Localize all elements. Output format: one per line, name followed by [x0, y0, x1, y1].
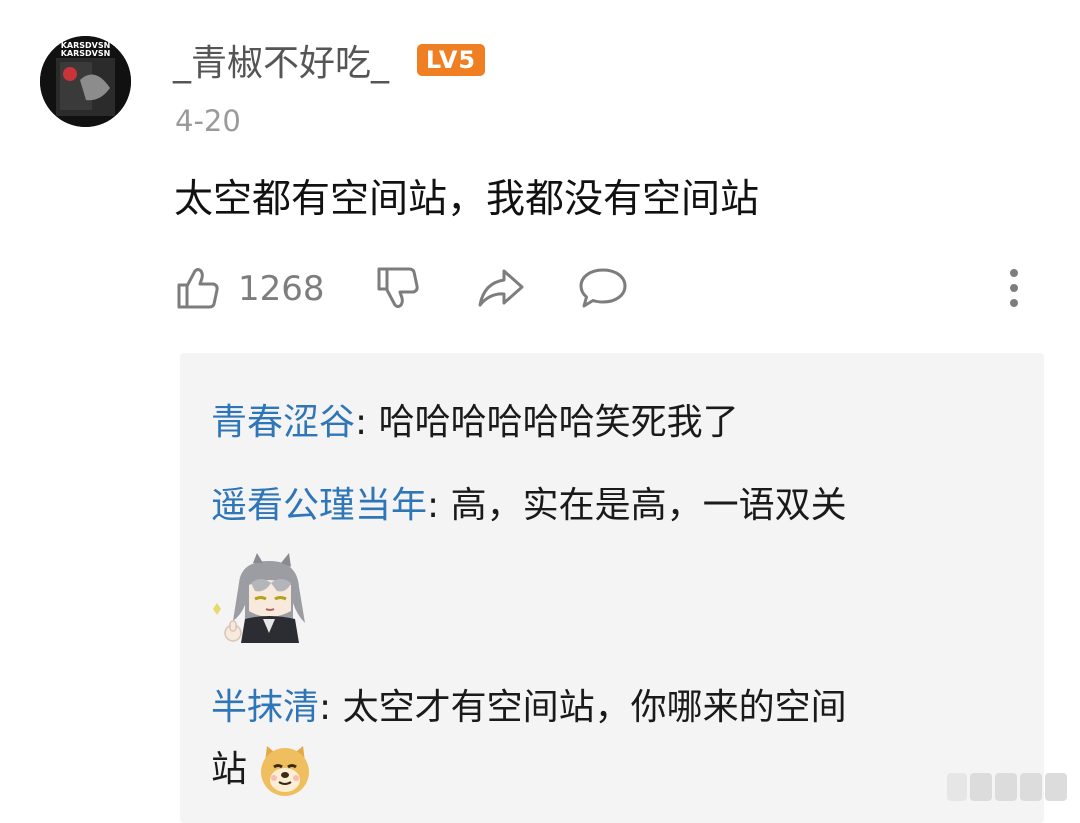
- more-icon[interactable]: [1003, 265, 1025, 315]
- reply-author[interactable]: 遥看公瑾当年: [211, 485, 427, 526]
- doge-emoji-icon: [257, 742, 313, 798]
- reply-text: 哈哈哈哈哈哈笑死我了: [378, 402, 739, 443]
- comment-icon[interactable]: [578, 265, 628, 315]
- reply-item[interactable]: 青春涩谷: 哈哈哈哈哈哈笑死我了: [211, 399, 739, 447]
- reply-separator: :: [427, 485, 451, 526]
- reply-separator: :: [355, 402, 379, 443]
- reply-text: 太空才有空间站，你哪来的空间: [342, 687, 847, 728]
- like-count: 1268: [238, 269, 325, 309]
- reply-author[interactable]: 青春涩谷: [211, 402, 355, 443]
- reply-continuation: 站: [211, 742, 313, 798]
- avatar-text-2: KARSDVSN: [61, 49, 111, 58]
- avatar[interactable]: KARSDVSN KARSDVSN: [40, 36, 131, 127]
- page-indicator-segment: [1020, 773, 1042, 801]
- avatar-image: KARSDVSN KARSDVSN: [40, 36, 131, 127]
- reply-list[interactable]: 青春涩谷: 哈哈哈哈哈哈笑死我了 遥看公瑾当年: 高，实在是高，一语双关 半抹清…: [180, 353, 1044, 823]
- reply-author[interactable]: 半抹清: [211, 687, 319, 728]
- page-indicator: [947, 773, 1070, 803]
- page-indicator-segment: [970, 773, 992, 801]
- page-indicator-segment: [995, 773, 1017, 801]
- reply-item[interactable]: 半抹清: 太空才有空间站，你哪来的空间: [211, 684, 847, 732]
- post-content: 太空都有空间站，我都没有空间站: [174, 177, 760, 222]
- like-icon[interactable]: [175, 265, 221, 315]
- reply-text: 高，实在是高，一语双关: [450, 485, 847, 526]
- reply-item[interactable]: 遥看公瑾当年: 高，实在是高，一语双关: [211, 482, 847, 530]
- post-date: 4-20: [175, 104, 241, 138]
- dislike-icon[interactable]: [375, 265, 421, 315]
- level-badge: LV5: [417, 44, 485, 76]
- username[interactable]: _青椒不好吃_: [173, 40, 389, 88]
- share-icon[interactable]: [476, 265, 526, 315]
- page-indicator-segment: [1045, 773, 1067, 801]
- page-indicator-segment: [947, 773, 967, 801]
- reply-separator: :: [319, 687, 343, 728]
- reply-text-continued: 站: [211, 749, 248, 790]
- anime-sticker: [211, 553, 327, 651]
